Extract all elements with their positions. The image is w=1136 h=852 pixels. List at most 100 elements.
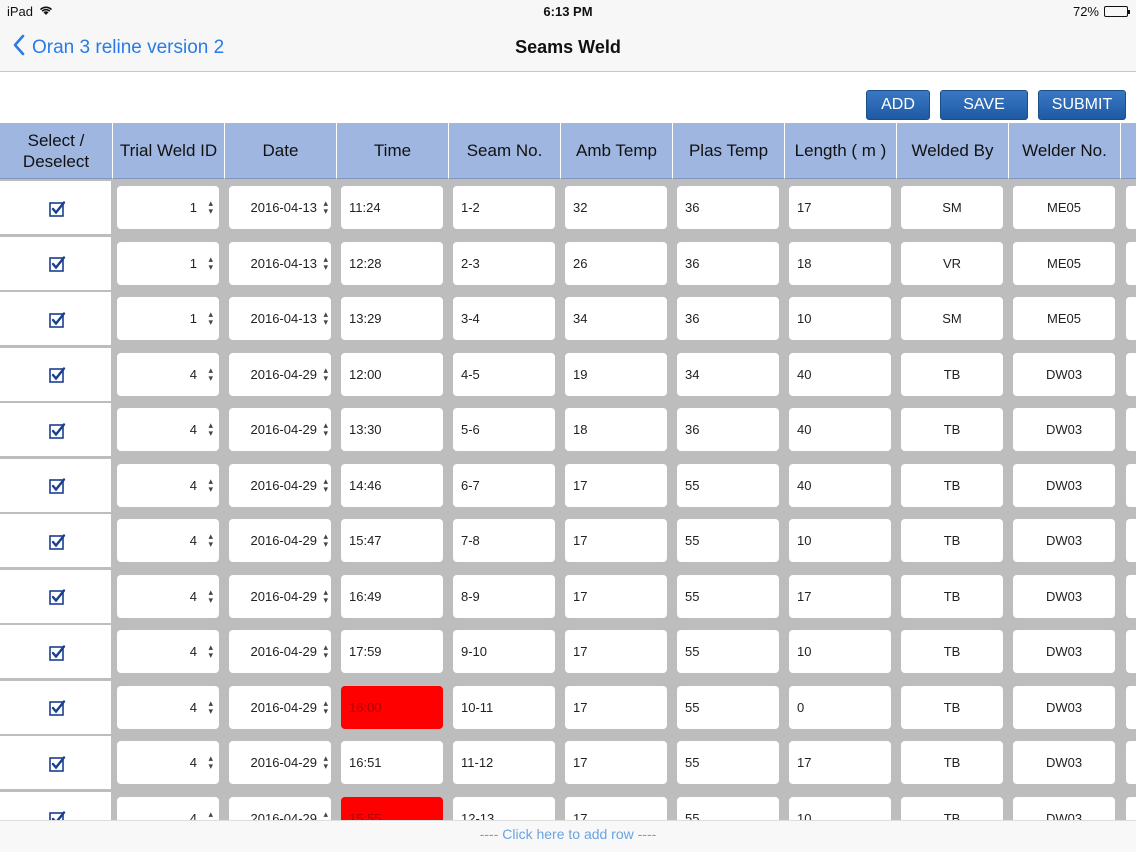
length-field[interactable]: 40 [789, 352, 891, 396]
stepper-arrows-icon[interactable]: ▴▾ [323, 643, 328, 660]
stepper-arrows-icon[interactable]: ▴▾ [323, 421, 328, 438]
trial-weld-id-stepper[interactable]: 4 ▴▾ [117, 685, 219, 729]
seam-no-field[interactable]: 8-9 [453, 574, 555, 618]
trial-weld-id-stepper[interactable]: 4 ▴▾ [117, 408, 219, 451]
trial-weld-id-stepper[interactable]: 1 ▴ ▾ [117, 297, 219, 340]
time-field[interactable]: 13:30 [341, 408, 443, 451]
welded-by-field[interactable]: TB [901, 574, 1003, 618]
welder-no-field[interactable]: DW03 [1013, 463, 1115, 507]
length-field[interactable]: 40 [789, 408, 891, 451]
checkbox-checked-icon[interactable] [48, 755, 65, 772]
amb-temp-field[interactable]: 34 [565, 297, 667, 340]
welded-by-field[interactable]: SM [901, 186, 1003, 229]
seam-no-field[interactable]: 11-12 [453, 741, 555, 784]
stepper-arrows-icon[interactable]: ▴▾ [323, 587, 328, 604]
seam-no-field[interactable]: 1-2 [453, 186, 555, 229]
welder-no-field[interactable]: DW03 [1013, 519, 1115, 562]
date-picker[interactable]: 2016-04-29 ▴▾ [229, 741, 331, 784]
plas-temp-field[interactable]: 34 [677, 352, 779, 396]
amb-temp-field[interactable]: 17 [565, 630, 667, 673]
welder-no-field[interactable]: DW03 [1013, 574, 1115, 618]
stepper-arrows-icon[interactable]: ▴▾ [208, 199, 213, 216]
date-picker[interactable]: 2016-04-29 ▴▾ [229, 352, 331, 396]
plas-temp-field[interactable]: 55 [677, 685, 779, 729]
amb-temp-field[interactable]: 17 [565, 685, 667, 729]
seam-no-field[interactable]: 3-4 [453, 297, 555, 340]
checkbox-checked-icon[interactable] [48, 477, 65, 494]
welder-no-field[interactable]: DW03 [1013, 741, 1115, 784]
welder-no-field[interactable]: ME05 [1013, 241, 1115, 285]
seam-no-field[interactable]: 7-8 [453, 519, 555, 562]
welded-by-field[interactable]: VR [901, 241, 1003, 285]
date-picker[interactable]: 2016-04-29 ▴▾ [229, 685, 331, 729]
date-picker[interactable]: 2016-04-29 ▴▾ [229, 463, 331, 507]
amb-temp-field[interactable]: 26 [565, 241, 667, 285]
trial-weld-id-stepper[interactable]: 4 ▴▾ [117, 352, 219, 396]
welded-by-field[interactable]: TB [901, 630, 1003, 673]
welded-by-field[interactable]: TB [901, 685, 1003, 729]
seam-no-field[interactable]: 10-11 [453, 685, 555, 729]
date-picker[interactable]: 2016-04-13 ▴ ▾ [229, 241, 331, 285]
length-field[interactable]: 17 [789, 741, 891, 784]
add-row-link[interactable]: ---- Click here to add row ---- [0, 820, 1136, 852]
date-picker[interactable]: 2016-04-29 ▴▾ [229, 630, 331, 673]
time-field[interactable]: 14:46 [341, 463, 443, 507]
time-field[interactable]: 17:59 [341, 630, 443, 673]
checkbox-checked-icon[interactable] [48, 644, 65, 661]
trial-weld-id-stepper[interactable]: 1 ▴ ▾ [117, 241, 219, 285]
stepper-arrows-icon[interactable]: ▴▾ [323, 754, 328, 771]
welded-by-field[interactable]: TB [901, 741, 1003, 784]
checkbox-checked-icon[interactable] [48, 255, 65, 272]
stepper-arrows-icon[interactable]: ▴▾ [208, 754, 213, 771]
stepper-arrows-icon[interactable]: ▴▾ [208, 643, 213, 660]
stepper-arrows-icon[interactable]: ▴▾ [323, 698, 328, 715]
welded-by-field[interactable]: TB [901, 463, 1003, 507]
welder-no-field[interactable]: DW03 [1013, 685, 1115, 729]
welded-by-field[interactable]: TB [901, 408, 1003, 451]
time-field[interactable]: 11:24 [341, 186, 443, 229]
seam-no-field[interactable]: 9-10 [453, 630, 555, 673]
time-field[interactable]: 16:51 [341, 741, 443, 784]
length-field[interactable]: 0 [789, 685, 891, 729]
welded-by-field[interactable]: TB [901, 519, 1003, 562]
length-field[interactable]: 17 [789, 186, 891, 229]
stepper-arrows-icon[interactable]: ▴▾ [208, 254, 213, 271]
column-header-select[interactable]: Select / Deselect [0, 123, 113, 179]
add-button[interactable]: ADD [866, 90, 930, 120]
submit-button[interactable]: SUBMIT [1038, 90, 1126, 120]
checkbox-checked-icon[interactable] [48, 588, 65, 605]
plas-temp-field[interactable]: 55 [677, 741, 779, 784]
welder-no-field[interactable]: ME05 [1013, 186, 1115, 229]
amb-temp-field[interactable]: 17 [565, 519, 667, 562]
plas-temp-field[interactable]: 55 [677, 574, 779, 618]
date-picker[interactable]: 2016-04-13 ▴ ▾ [229, 186, 331, 229]
trial-weld-id-stepper[interactable]: 1 ▴ ▾ [117, 186, 219, 229]
amb-temp-field[interactable]: 32 [565, 186, 667, 229]
time-field[interactable]: 13:29 [341, 297, 443, 340]
checkbox-checked-icon[interactable] [48, 366, 65, 383]
plas-temp-field[interactable]: 55 [677, 519, 779, 562]
time-field[interactable]: 16:49 [341, 574, 443, 618]
length-field[interactable]: 17 [789, 574, 891, 618]
amb-temp-field[interactable]: 18 [565, 408, 667, 451]
trial-weld-id-stepper[interactable]: 4 ▴▾ [117, 630, 219, 673]
trial-weld-id-stepper[interactable]: 4 ▴▾ [117, 519, 219, 562]
seam-no-field[interactable]: 2-3 [453, 241, 555, 285]
plas-temp-field[interactable]: 55 [677, 463, 779, 507]
amb-temp-field[interactable]: 17 [565, 574, 667, 618]
stepper-arrows-icon[interactable]: ▴▾ [323, 532, 328, 549]
checkbox-checked-icon[interactable] [48, 422, 65, 439]
welder-no-field[interactable]: ME05 [1013, 297, 1115, 340]
welder-no-field[interactable]: DW03 [1013, 630, 1115, 673]
seams-weld-table[interactable]: Select / Deselect Trial Weld ID Date Time Se… [0, 123, 1136, 823]
length-field[interactable]: 10 [789, 630, 891, 673]
date-picker[interactable]: 2016-04-29 ▴▾ [229, 408, 331, 451]
seam-no-field[interactable]: 5-6 [453, 408, 555, 451]
plas-temp-field[interactable]: 36 [677, 241, 779, 285]
plas-temp-field[interactable]: 36 [677, 186, 779, 229]
trial-weld-id-stepper[interactable]: 4 ▴▾ [117, 574, 219, 618]
trial-weld-id-stepper[interactable]: 4 ▴▾ [117, 741, 219, 784]
welder-no-field[interactable]: DW03 [1013, 352, 1115, 396]
save-button[interactable]: SAVE [940, 90, 1028, 120]
stepper-arrows-icon[interactable]: ▴▾ [323, 254, 328, 271]
